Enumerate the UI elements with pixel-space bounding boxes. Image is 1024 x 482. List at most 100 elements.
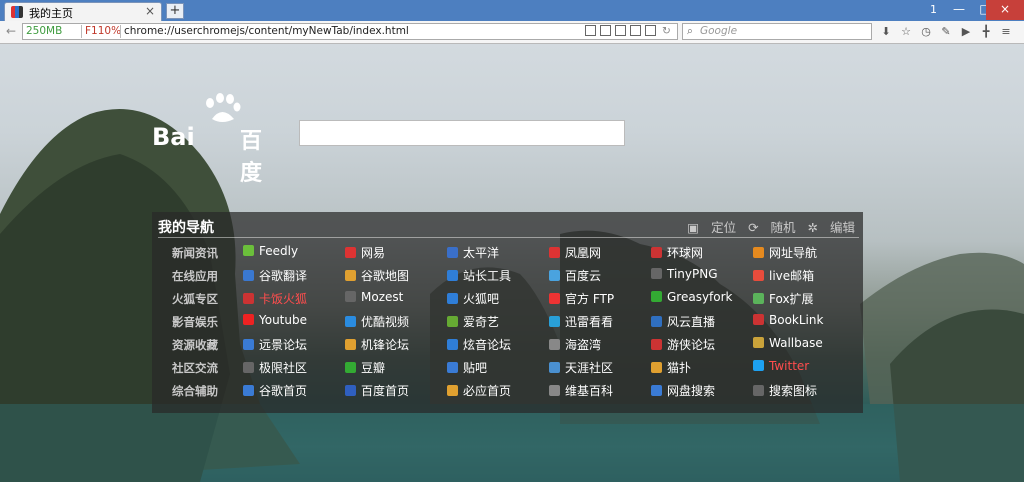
- nav-link[interactable]: 维基百科: [549, 382, 649, 400]
- nav-link[interactable]: 迅雷看看: [549, 313, 649, 331]
- category-label: 资源收藏: [172, 338, 218, 352]
- back-arrow-icon[interactable]: ←: [6, 24, 16, 38]
- minimize-button[interactable]: —: [946, 0, 972, 20]
- nav-link[interactable]: Fox扩展: [753, 290, 853, 308]
- nav-link[interactable]: 谷歌首页: [243, 382, 343, 400]
- page-action-icon[interactable]: [615, 25, 626, 36]
- site-favicon-icon: [345, 362, 356, 373]
- addon-icon[interactable]: ✎: [938, 24, 954, 40]
- edit-button[interactable]: ✲ 编辑: [808, 220, 855, 235]
- new-tab-page: Bai 百度 我的导航 ▣ 定位 ⟳ 随机 ✲ 编辑 新闻资讯 在线应用 火狐专区影…: [0, 44, 1024, 482]
- site-favicon-icon: [753, 360, 764, 371]
- nav-link-label: Fox扩展: [769, 292, 814, 306]
- nav-link[interactable]: 站长工具: [447, 267, 547, 285]
- reload-icon[interactable]: ↻: [662, 24, 671, 39]
- new-tab-button[interactable]: +: [166, 3, 184, 19]
- nav-link-label: 天涯社区: [565, 361, 614, 375]
- site-favicon-icon: [243, 293, 254, 304]
- tab-my-homepage[interactable]: 我的主页 ×: [4, 2, 162, 21]
- nav-link[interactable]: 搜索图标: [753, 382, 853, 400]
- page-action-icon[interactable]: [600, 25, 611, 36]
- nav-link[interactable]: 谷歌地图: [345, 267, 445, 285]
- nav-link[interactable]: 百度云: [549, 267, 649, 285]
- nav-link[interactable]: 炫音论坛: [447, 336, 547, 354]
- nav-link[interactable]: 远景论坛: [243, 336, 343, 354]
- play-icon[interactable]: ▶: [958, 24, 974, 40]
- nav-link-label: 远景论坛: [259, 338, 308, 352]
- address-bar[interactable]: 250MB F110% chrome://userchromejs/conten…: [22, 23, 678, 40]
- addon-icon[interactable]: ╋: [978, 24, 994, 40]
- nav-link-label: 优酷视频: [361, 315, 410, 329]
- page-action-icon[interactable]: [630, 25, 641, 36]
- download-icon[interactable]: ⬇: [878, 24, 894, 40]
- nav-link[interactable]: 必应首页: [447, 382, 547, 400]
- nav-link[interactable]: Feedly: [243, 244, 343, 262]
- nav-link-label: 官方 FTP: [565, 292, 615, 306]
- bookmark-star-icon[interactable]: ☆: [898, 24, 914, 40]
- nav-link[interactable]: 贴吧: [447, 359, 547, 377]
- nav-link[interactable]: 网盘搜索: [651, 382, 751, 400]
- nav-link[interactable]: Mozest: [345, 290, 445, 308]
- site-favicon-icon: [447, 339, 458, 350]
- nav-link-label: 维基百科: [565, 384, 614, 398]
- nav-link[interactable]: 豆瓣: [345, 359, 445, 377]
- site-favicon-icon: [345, 316, 356, 327]
- nav-link[interactable]: Youtube: [243, 313, 343, 331]
- history-clock-icon[interactable]: ◷: [918, 24, 934, 40]
- nav-link[interactable]: 凤凰网: [549, 244, 649, 262]
- category-label: 影音娱乐: [172, 315, 218, 329]
- nav-link-label: 搜索图标: [769, 384, 818, 398]
- baidu-logo-cn: 百度: [240, 129, 263, 186]
- nav-link[interactable]: 环球网: [651, 244, 751, 262]
- site-favicon-icon: [549, 270, 560, 281]
- nav-link-label: 百度首页: [361, 384, 410, 398]
- nav-link-label: TinyPNG: [667, 267, 718, 281]
- tab-close-icon[interactable]: ×: [145, 4, 155, 18]
- site-favicon-icon: [651, 362, 662, 373]
- search-bar[interactable]: ⌕ Google: [682, 23, 872, 40]
- baidu-search-input[interactable]: [299, 120, 625, 146]
- nav-link[interactable]: live邮箱: [753, 267, 853, 285]
- nav-link[interactable]: 谷歌翻译: [243, 267, 343, 285]
- nav-link[interactable]: 猫扑: [651, 359, 751, 377]
- nav-link-label: BookLink: [769, 313, 824, 327]
- nav-link[interactable]: 太平洋: [447, 244, 547, 262]
- page-action-icon[interactable]: [585, 25, 596, 36]
- nav-link[interactable]: 网易: [345, 244, 445, 262]
- nav-link[interactable]: Twitter: [753, 359, 853, 377]
- nav-link[interactable]: 游侠论坛: [651, 336, 751, 354]
- locate-button[interactable]: ▣ 定位: [687, 220, 736, 235]
- nav-link[interactable]: 风云直播: [651, 313, 751, 331]
- random-button[interactable]: ⟳ 随机: [748, 220, 795, 235]
- close-window-button[interactable]: ×: [986, 0, 1024, 20]
- nav-link[interactable]: 网址导航: [753, 244, 853, 262]
- menu-icon[interactable]: ≡: [998, 24, 1014, 40]
- nav-link[interactable]: 百度首页: [345, 382, 445, 400]
- nav-link-label: Greasyfork: [667, 290, 733, 304]
- random-label: 随机: [770, 220, 796, 235]
- nav-link[interactable]: 天涯社区: [549, 359, 649, 377]
- nav-link[interactable]: 机锋论坛: [345, 336, 445, 354]
- nav-link[interactable]: TinyPNG: [651, 267, 751, 285]
- site-favicon-icon: [447, 385, 458, 396]
- nav-link[interactable]: Greasyfork: [651, 290, 751, 308]
- zoom-indicator[interactable]: F110%: [85, 24, 121, 39]
- site-favicon-icon: [651, 268, 662, 279]
- baidu-paw-icon: [206, 93, 241, 122]
- nav-link[interactable]: 火狐吧: [447, 290, 547, 308]
- edit-label: 编辑: [829, 220, 855, 235]
- nav-link[interactable]: 优酷视频: [345, 313, 445, 331]
- address-url[interactable]: chrome://userchromejs/content/myNewTab/i…: [124, 24, 409, 39]
- nav-link[interactable]: 爱奇艺: [447, 313, 547, 331]
- nav-link[interactable]: 极限社区: [243, 359, 343, 377]
- nav-link[interactable]: 卡饭火狐: [243, 290, 343, 308]
- nav-link[interactable]: 官方 FTP: [549, 290, 649, 308]
- site-favicon-icon: [753, 385, 764, 396]
- nav-link[interactable]: BookLink: [753, 313, 853, 331]
- nav-link[interactable]: 海盗湾: [549, 336, 649, 354]
- tab-favicon-icon: [11, 6, 23, 18]
- site-favicon-icon: [243, 314, 254, 325]
- site-favicon-icon: [447, 362, 458, 373]
- grid-icon[interactable]: [645, 25, 656, 36]
- nav-link[interactable]: Wallbase: [753, 336, 853, 354]
